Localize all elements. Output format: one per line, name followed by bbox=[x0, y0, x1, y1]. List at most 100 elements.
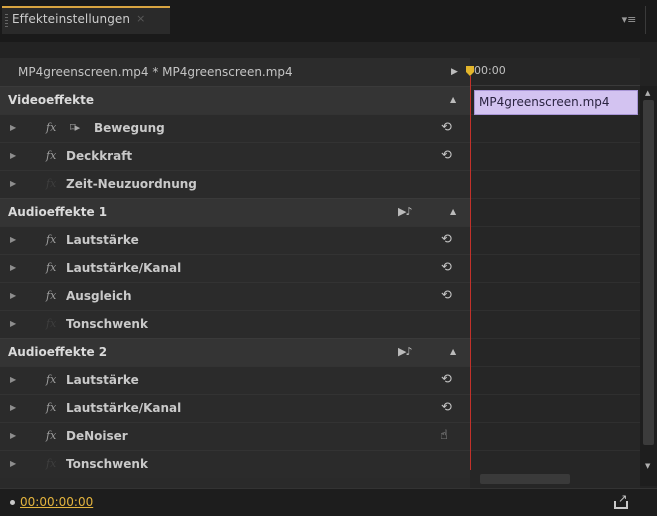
close-icon[interactable]: × bbox=[136, 12, 145, 26]
reset-icon[interactable]: ⟲ bbox=[441, 232, 452, 247]
effect-controls-list: MP4greenscreen.mp4 * MP4greenscreen.mp4 … bbox=[0, 58, 470, 488]
effect-name: Lautstärke bbox=[66, 233, 139, 247]
effect-section-header[interactable]: Audioeffekte 2 ▶♪ ▲ bbox=[0, 338, 470, 366]
disclosure-triangle-icon[interactable]: ▶ bbox=[10, 235, 16, 244]
fx-toggle-icon[interactable]: fx bbox=[46, 261, 56, 274]
reset-icon[interactable]: ⟲ bbox=[441, 400, 452, 415]
fx-toggle-icon[interactable]: fx bbox=[46, 317, 56, 330]
export-arrow-shape: ↗ bbox=[618, 492, 628, 505]
timeline-grid-line bbox=[470, 394, 640, 395]
fx-toggle-icon[interactable]: fx bbox=[46, 401, 56, 414]
panel-footer: 00:00:00:00 ↗ bbox=[0, 488, 657, 516]
effect-row[interactable]: ▶ fx Ausgleich ⟲ bbox=[0, 282, 470, 310]
fx-toggle-icon[interactable]: fx bbox=[46, 289, 56, 302]
effect-name: Lautstärke/Kanal bbox=[66, 261, 182, 275]
effect-name: Lautstärke bbox=[66, 373, 139, 387]
effect-name: Bewegung bbox=[94, 121, 165, 135]
effect-timeline[interactable]: 00:00 MP4greenscreen.mp4 bbox=[466, 58, 640, 488]
timeline-grid-line bbox=[470, 170, 640, 171]
panel-tab-bar: Effekteinstellungen × ▾≡ bbox=[0, 0, 657, 42]
panel-divider bbox=[645, 6, 646, 34]
effect-row[interactable]: ▶ fx DeNoiser ☝ bbox=[0, 422, 470, 450]
effect-name: Tonschwenk bbox=[66, 317, 148, 331]
clip-header-label: MP4greenscreen.mp4 * MP4greenscreen.mp4 bbox=[18, 65, 293, 79]
current-timecode[interactable]: 00:00:00:00 bbox=[20, 495, 93, 509]
effect-row[interactable]: ▶ fx Zeit-Neuzuordnung bbox=[0, 170, 470, 198]
effect-name: Tonschwenk bbox=[66, 457, 148, 471]
effect-row[interactable]: ▶ fx Lautstärke/Kanal ⟲ bbox=[0, 254, 470, 282]
horizontal-scroll-thumb[interactable] bbox=[480, 474, 570, 484]
tab-title: Effekteinstellungen bbox=[12, 12, 131, 26]
fx-toggle-icon[interactable]: fx bbox=[46, 121, 56, 134]
reset-icon[interactable]: ⟲ bbox=[441, 288, 452, 303]
fx-toggle-icon[interactable]: fx bbox=[46, 373, 56, 386]
scroll-up-icon[interactable]: ▲ bbox=[645, 89, 650, 97]
disclosure-triangle-icon[interactable]: ▶ bbox=[10, 123, 16, 132]
effect-section-header[interactable]: Audioeffekte 1 ▶♪ ▲ bbox=[0, 198, 470, 226]
effect-row[interactable]: ▶ fx Lautstärke ⟲ bbox=[0, 366, 470, 394]
vertical-scroll-thumb[interactable] bbox=[643, 100, 654, 445]
reset-icon[interactable]: ⟲ bbox=[441, 260, 452, 275]
disclosure-triangle-icon[interactable]: ▶ bbox=[10, 291, 16, 300]
disclosure-triangle-icon[interactable]: ▶ bbox=[10, 403, 16, 412]
audio-play-icon[interactable]: ▶♪ bbox=[398, 345, 413, 358]
fx-toggle-icon[interactable]: fx bbox=[46, 233, 56, 246]
panel-menu-icon[interactable]: ▾≡ bbox=[618, 10, 640, 30]
fx-toggle-icon[interactable]: fx bbox=[46, 149, 56, 162]
timeline-grid-line bbox=[470, 198, 640, 199]
vertical-scrollbar[interactable]: ▲ ▼ bbox=[640, 86, 657, 486]
tab-effect-controls[interactable]: Effekteinstellungen × bbox=[2, 6, 170, 34]
effect-row[interactable]: ▶ fx Lautstärke/Kanal ⟲ bbox=[0, 394, 470, 422]
disclosure-triangle-icon[interactable]: ▶ bbox=[10, 151, 16, 160]
clip-bar[interactable]: MP4greenscreen.mp4 bbox=[474, 90, 638, 115]
disclosure-triangle-icon[interactable]: ▶ bbox=[10, 459, 16, 468]
effect-name: DeNoiser bbox=[66, 429, 128, 443]
timeline-grid-line bbox=[470, 282, 640, 283]
timeline-grid-line bbox=[470, 422, 640, 423]
disclosure-triangle-icon[interactable]: ▶ bbox=[10, 431, 16, 440]
playhead-line bbox=[470, 76, 471, 488]
collapse-icon[interactable]: ▲ bbox=[450, 347, 456, 356]
scroll-down-icon[interactable]: ▼ bbox=[645, 462, 650, 470]
expand-timeline-icon[interactable]: ▶ bbox=[451, 67, 458, 77]
collapse-icon[interactable]: ▲ bbox=[450, 95, 456, 104]
effect-row[interactable]: ▶ fx Tonschwenk bbox=[0, 450, 470, 478]
horizontal-scrollbar[interactable] bbox=[470, 470, 640, 488]
disclosure-triangle-icon[interactable]: ▶ bbox=[10, 179, 16, 188]
timeline-grid-line bbox=[470, 366, 640, 367]
timeline-grid-line bbox=[470, 338, 640, 339]
effect-row[interactable]: ▶ fx Tonschwenk bbox=[0, 310, 470, 338]
effect-row[interactable]: ▶ fx ⌑▸ Bewegung ⟲ bbox=[0, 114, 470, 142]
timeline-grid-line bbox=[470, 310, 640, 311]
reset-icon[interactable]: ⟲ bbox=[441, 120, 452, 135]
timeline-grid-line bbox=[470, 450, 640, 451]
audio-play-icon[interactable]: ▶♪ bbox=[398, 205, 413, 218]
effect-name: Deckkraft bbox=[66, 149, 133, 163]
time-ruler[interactable]: 00:00 bbox=[470, 58, 640, 86]
fx-toggle-icon[interactable]: fx bbox=[46, 457, 56, 470]
reset-icon[interactable]: ⟲ bbox=[441, 372, 452, 387]
disclosure-triangle-icon[interactable]: ▶ bbox=[10, 263, 16, 272]
export-icon[interactable]: ↗ bbox=[612, 492, 632, 510]
effect-section-header[interactable]: Videoeffekte ▲ bbox=[0, 86, 470, 114]
effect-name: Ausgleich bbox=[66, 289, 132, 303]
effect-row[interactable]: ▶ fx Deckkraft ⟲ bbox=[0, 142, 470, 170]
collapse-icon[interactable]: ▲ bbox=[450, 207, 456, 216]
effect-name: Lautstärke/Kanal bbox=[66, 401, 182, 415]
clip-header: MP4greenscreen.mp4 * MP4greenscreen.mp4 … bbox=[0, 58, 470, 86]
timeline-grid-line bbox=[470, 254, 640, 255]
section-label: Audioeffekte 2 bbox=[8, 345, 108, 359]
effect-name: Zeit-Neuzuordnung bbox=[66, 177, 197, 191]
fx-toggle-icon[interactable]: fx bbox=[46, 429, 56, 442]
fx-toggle-icon[interactable]: fx bbox=[46, 177, 56, 190]
timeline-grid-line bbox=[470, 226, 640, 227]
hand-icon[interactable]: ☝ bbox=[440, 428, 448, 443]
timecode-dot-icon bbox=[10, 500, 15, 505]
tab-grip-icon[interactable] bbox=[5, 14, 8, 28]
disclosure-triangle-icon[interactable]: ▶ bbox=[10, 375, 16, 384]
timeline-grid-line bbox=[470, 142, 640, 143]
disclosure-triangle-icon[interactable]: ▶ bbox=[10, 319, 16, 328]
reset-icon[interactable]: ⟲ bbox=[441, 148, 452, 163]
transform-icon[interactable]: ⌑▸ bbox=[70, 121, 80, 134]
effect-row[interactable]: ▶ fx Lautstärke ⟲ bbox=[0, 226, 470, 254]
